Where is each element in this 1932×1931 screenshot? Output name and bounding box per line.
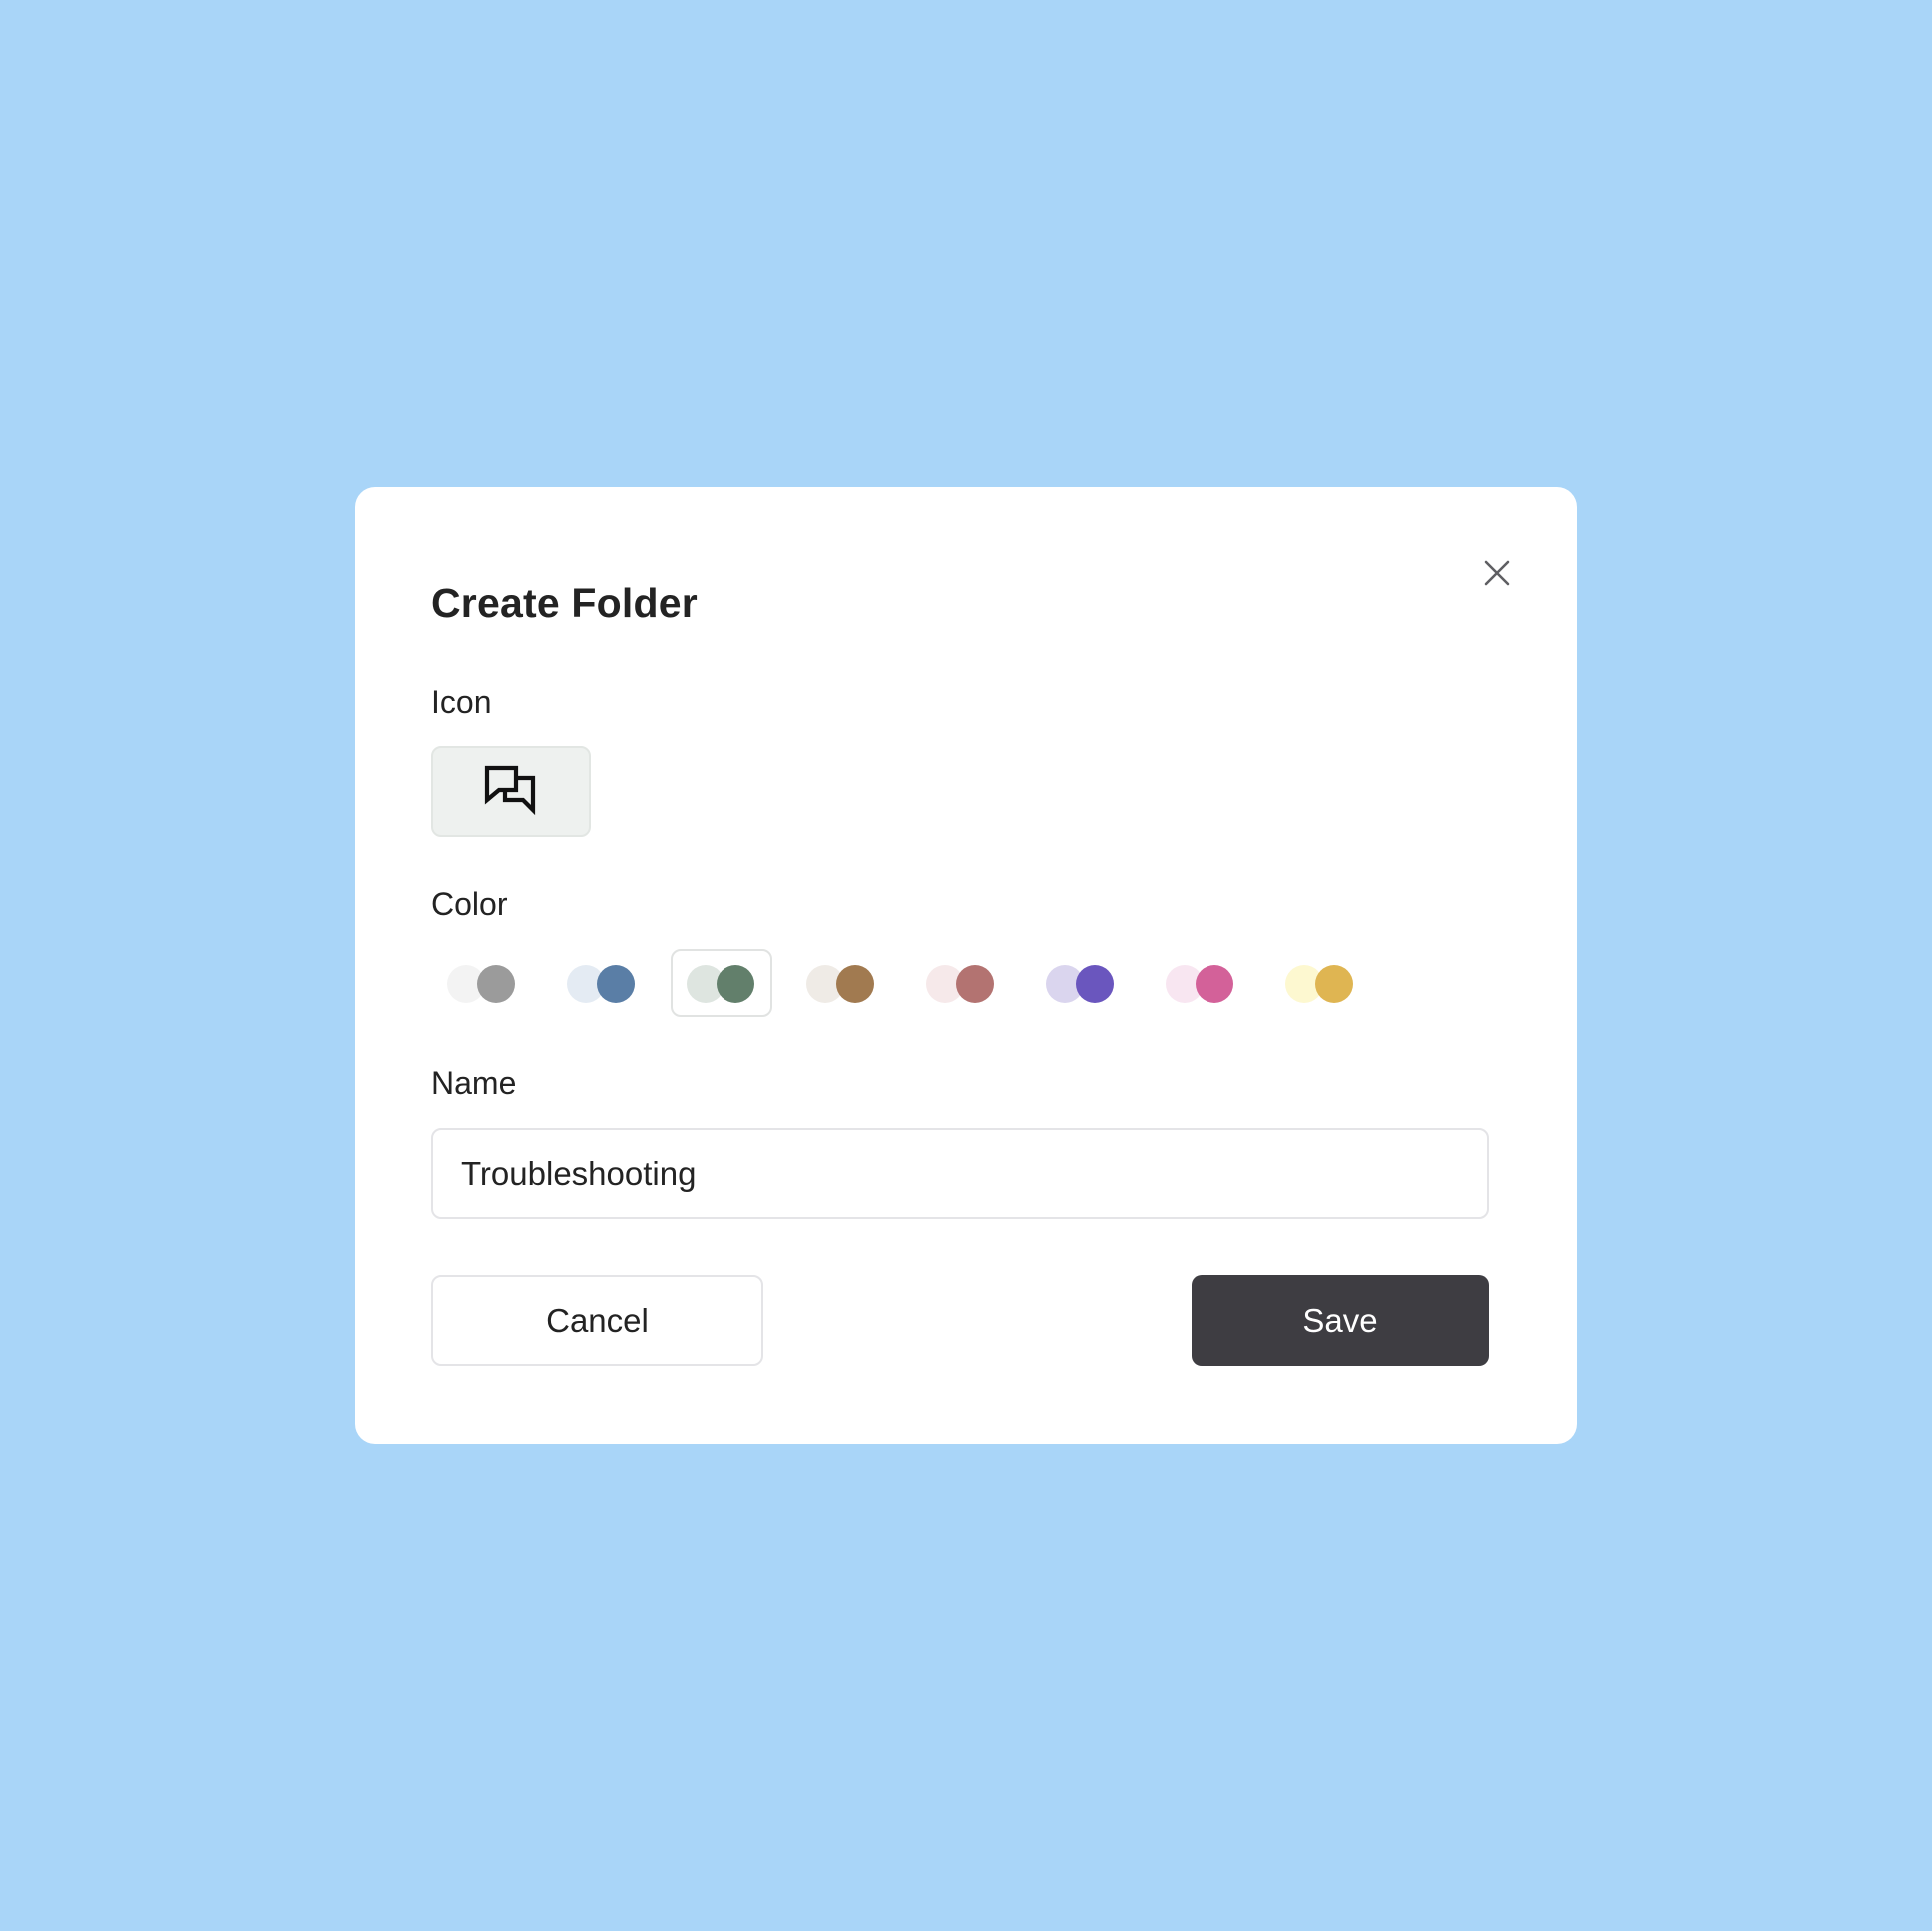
- create-folder-dialog: Create Folder Icon Color Name Cancel Sav…: [355, 487, 1577, 1444]
- save-button[interactable]: Save: [1192, 1275, 1489, 1366]
- icon-picker-button[interactable]: [431, 746, 591, 837]
- chat-bubbles-icon: [484, 765, 536, 815]
- swatch-dark-circle: [717, 965, 754, 1003]
- swatch-dark-circle: [836, 965, 874, 1003]
- color-swatch-yellow[interactable]: [1269, 949, 1371, 1017]
- cancel-button[interactable]: Cancel: [431, 1275, 763, 1366]
- name-label: Name: [431, 1065, 517, 1101]
- color-swatch-green[interactable]: [671, 949, 772, 1017]
- color-swatch-gray[interactable]: [431, 949, 533, 1017]
- dialog-title: Create Folder: [431, 580, 698, 626]
- swatch-dark-circle: [597, 965, 635, 1003]
- color-swatch-blue[interactable]: [551, 949, 653, 1017]
- swatch-dark-circle: [1315, 965, 1353, 1003]
- close-icon: [1484, 560, 1510, 586]
- color-swatch-pink[interactable]: [1150, 949, 1251, 1017]
- color-swatch-brown[interactable]: [790, 949, 892, 1017]
- color-swatch-purple[interactable]: [1030, 949, 1132, 1017]
- color-swatch-red[interactable]: [910, 949, 1012, 1017]
- close-button[interactable]: [1473, 549, 1521, 597]
- swatch-dark-circle: [956, 965, 994, 1003]
- color-label: Color: [431, 886, 508, 922]
- folder-name-input[interactable]: [431, 1128, 1489, 1219]
- icon-label: Icon: [431, 684, 492, 720]
- swatch-dark-circle: [1076, 965, 1114, 1003]
- swatch-dark-circle: [477, 965, 515, 1003]
- swatch-dark-circle: [1196, 965, 1233, 1003]
- color-swatch-list: [431, 949, 1389, 1017]
